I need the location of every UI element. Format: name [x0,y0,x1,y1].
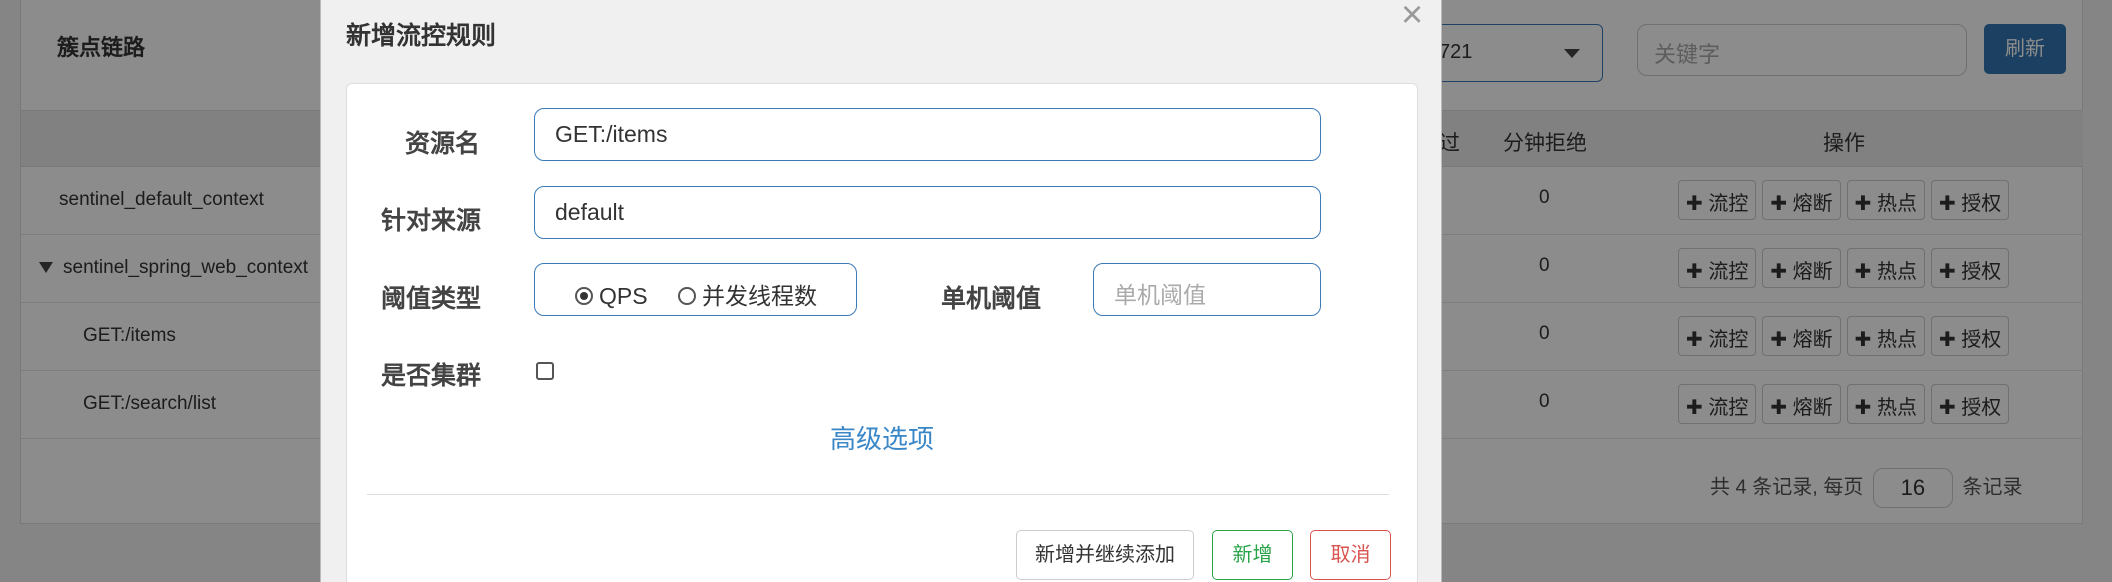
radio-qps[interactable] [575,287,593,305]
threshold-type-radio-group: QPS 并发线程数 [534,263,857,316]
origin-input[interactable]: default [534,186,1321,239]
cluster-label: 是否集群 [381,362,482,390]
add-and-continue-button[interactable]: 新增并继续添加 [1016,530,1194,580]
divider [367,494,1389,495]
close-icon[interactable]: × [1401,0,1423,37]
add-flow-rule-dialog: 新增流控规则 × 资源名 GET:/items 针对来源 default 阈值类… [320,0,1442,582]
cancel-button[interactable]: 取消 [1310,530,1391,580]
origin-label: 针对来源 [381,207,482,235]
radio-threads-label[interactable]: 并发线程数 [702,283,817,309]
radio-qps-label[interactable]: QPS [599,283,648,309]
resource-name-input[interactable]: GET:/items [534,108,1321,161]
dialog-title: 新增流控规则 [346,22,497,50]
add-button[interactable]: 新增 [1212,530,1293,580]
single-threshold-input[interactable]: 单机阈值 [1093,263,1321,316]
radio-threads[interactable] [677,287,696,305]
advanced-options-link[interactable]: 高级选项 [830,419,934,456]
cluster-checkbox[interactable] [536,362,554,380]
dialog-form: 资源名 GET:/items 针对来源 default 阈值类型 QPS 并发线… [346,83,1418,582]
single-threshold-label: 单机阈值 [941,285,1042,313]
threshold-type-label: 阈值类型 [381,285,482,313]
resource-name-label: 资源名 [405,130,481,158]
